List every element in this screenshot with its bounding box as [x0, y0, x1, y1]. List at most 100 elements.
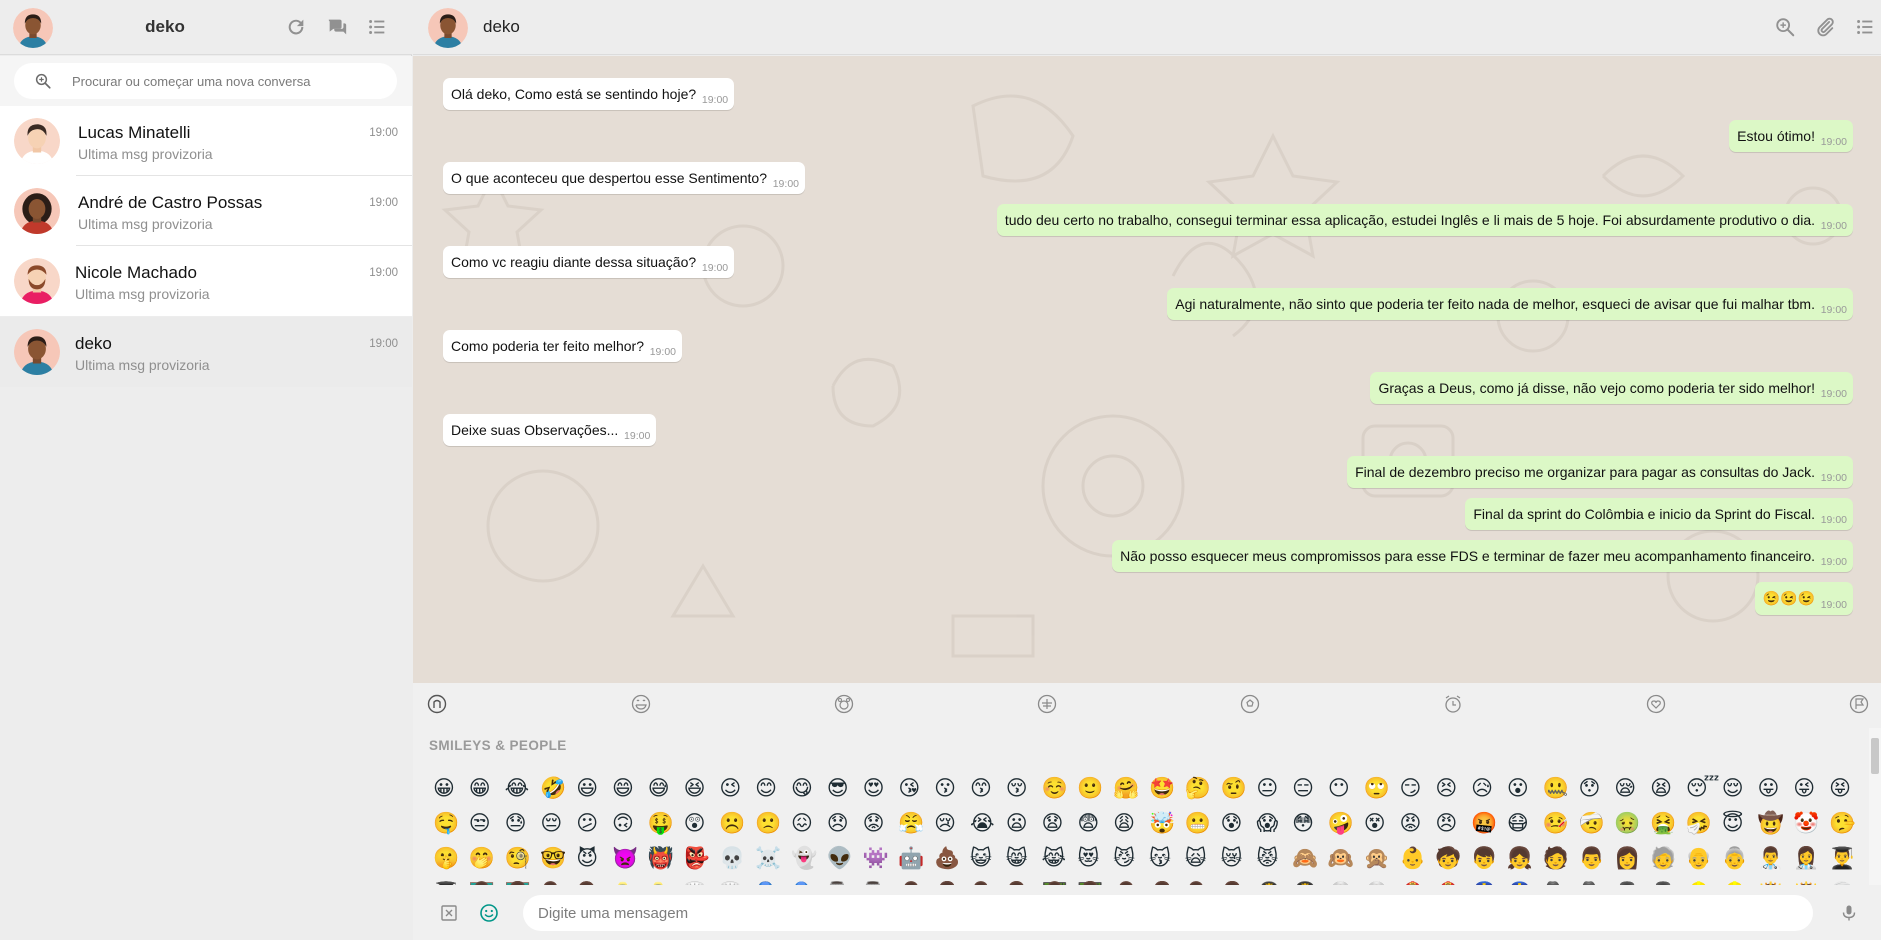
emoji-button[interactable]: 😴 [1686, 771, 1722, 806]
emoji-button[interactable]: 😤 [898, 806, 934, 841]
scrollbar-thumb[interactable] [1871, 738, 1879, 774]
emoji-button[interactable]: 😏 [1400, 771, 1436, 806]
message-area[interactable]: Olá deko, Como está se sentindo hoje? 19:… [413, 56, 1881, 683]
emoji-button[interactable]: 👨‍🚒 [1400, 876, 1436, 885]
message-input[interactable] [523, 895, 1813, 931]
emoji-button[interactable]: ☠️ [755, 841, 791, 876]
emoji-button[interactable]: 👮‍♀️ [1507, 876, 1543, 885]
emoji-button[interactable]: 😰 [1221, 806, 1257, 841]
emoji-button[interactable]: 👨‍⚕️ [1757, 841, 1793, 876]
emoji-button[interactable]: 👨‍💻 [1042, 876, 1078, 885]
emoji-button[interactable]: 💂‍♀️ [1650, 876, 1686, 885]
emoji-button[interactable]: 👷 [1686, 876, 1722, 885]
animal-icon[interactable] [834, 694, 854, 714]
emoji-button[interactable]: 😾 [1256, 841, 1292, 876]
emoji-button[interactable]: 😞 [827, 806, 863, 841]
emoji-button[interactable]: 👽 [827, 841, 863, 876]
emoji-button[interactable]: 😓 [505, 806, 541, 841]
emoji-button[interactable]: 😩 [1113, 806, 1149, 841]
menu-list-icon[interactable] [1854, 16, 1876, 38]
chat-bubbles-icon[interactable] [326, 16, 348, 38]
emoji-button[interactable]: 🤡 [1793, 806, 1829, 841]
emoji-button[interactable]: 💀 [719, 841, 755, 876]
emoji-button[interactable]: 👨‍🏭 [827, 876, 863, 885]
emoji-button[interactable]: 👦 [1471, 841, 1507, 876]
emoji-button[interactable]: 👨‍🎓 [1829, 841, 1863, 876]
emoji-button[interactable]: 🤧 [1686, 806, 1722, 841]
emoji-button[interactable]: 😽 [1149, 841, 1185, 876]
emoji-button[interactable]: 😹 [1042, 841, 1078, 876]
emoji-button[interactable]: 😖 [791, 806, 827, 841]
emoji-button[interactable]: 🤤 [433, 806, 469, 841]
emoji-button[interactable]: 😁 [469, 771, 505, 806]
emoji-button[interactable]: 😋 [791, 771, 827, 806]
emoji-button[interactable]: 🧐 [505, 841, 541, 876]
emoji-button[interactable]: 😛 [1757, 771, 1793, 806]
emoji-button[interactable]: 🤩 [1149, 771, 1185, 806]
emoji-button[interactable]: 😼 [1113, 841, 1149, 876]
emoji-icon[interactable] [479, 903, 499, 923]
emoji-button[interactable]: 😃 [576, 771, 612, 806]
emoji-button[interactable]: 👻 [791, 841, 827, 876]
emoji-button[interactable]: 🤴 [1757, 876, 1793, 885]
emoji-button[interactable]: 😙 [970, 771, 1006, 806]
emoji-button[interactable]: 👩‍🎤 [1149, 876, 1185, 885]
emoji-button[interactable]: 😎 [827, 771, 863, 806]
emoji-button[interactable]: 😺 [970, 841, 1006, 876]
emoji-button[interactable]: 😶 [1328, 771, 1364, 806]
emoji-button[interactable]: 🙃 [612, 806, 648, 841]
recent-icon[interactable] [427, 694, 447, 714]
emoji-button[interactable]: 👩‍🔧 [791, 876, 827, 885]
emoji-button[interactable]: 😈 [576, 841, 612, 876]
emoji-button[interactable]: 👶 [1400, 841, 1436, 876]
incoming-message[interactable]: O que aconteceu que despertou esse Senti… [443, 162, 805, 194]
emoji-button[interactable]: 😇 [1722, 806, 1758, 841]
emoji-button[interactable]: 🤗 [1113, 771, 1149, 806]
emoji-button[interactable]: 👧 [1507, 841, 1543, 876]
emoji-button[interactable]: 😿 [1221, 841, 1257, 876]
emoji-button[interactable]: 😕 [576, 806, 612, 841]
emoji-button[interactable]: 🙂 [1077, 771, 1113, 806]
emoji-button[interactable]: 😔 [540, 806, 576, 841]
user-avatar[interactable] [13, 8, 53, 48]
incoming-message[interactable]: Deixe suas Observações... 19:00 [443, 414, 657, 446]
travel-icon[interactable] [1443, 694, 1463, 714]
emoji-button[interactable]: 🕵️‍♀️ [1579, 876, 1615, 885]
emoji-button[interactable]: 🤮 [1650, 806, 1686, 841]
emoji-button[interactable]: 😲 [684, 806, 720, 841]
emoji-button[interactable]: 🤕 [1579, 806, 1615, 841]
emoji-button[interactable]: 👸 [1793, 876, 1829, 885]
emoji-button[interactable]: 😦 [1006, 806, 1042, 841]
emoji-button[interactable]: 🙄 [1364, 771, 1400, 806]
emoji-button[interactable]: 😘 [898, 771, 934, 806]
emoji-button[interactable]: 🙉 [1328, 841, 1364, 876]
emoji-button[interactable]: 👮 [1471, 876, 1507, 885]
emoji-button[interactable]: 💩 [934, 841, 970, 876]
emoji-button[interactable]: 😑 [1292, 771, 1328, 806]
emoji-button[interactable]: 😻 [1077, 841, 1113, 876]
attach-icon[interactable] [1814, 16, 1836, 38]
emoji-button[interactable]: 🤓 [540, 841, 576, 876]
microphone-icon[interactable] [1839, 903, 1859, 923]
emoji-button[interactable]: 👨‍🚀 [1328, 876, 1364, 885]
outgoing-message[interactable]: Graças a Deus, como já disse, não vejo c… [1370, 372, 1853, 404]
emoji-button[interactable]: 👿 [612, 841, 648, 876]
emoji-button[interactable]: 😪 [1614, 771, 1650, 806]
emoji-button[interactable]: 🕵️ [1543, 876, 1579, 885]
contact-avatar[interactable] [428, 8, 468, 48]
outgoing-message[interactable]: 😉😉😉 19:00 [1754, 582, 1853, 615]
emoji-button[interactable]: 😯 [1579, 771, 1615, 806]
emoji-button[interactable]: 🤒 [1543, 806, 1579, 841]
emoji-button[interactable]: 🧓 [1650, 841, 1686, 876]
emoji-button[interactable]: 🙁 [755, 806, 791, 841]
emoji-button[interactable]: 👨‍🏫 [469, 876, 505, 885]
emoji-button[interactable]: 🙊 [1364, 841, 1400, 876]
emoji-button[interactable]: 👨‍⚖️ [540, 876, 576, 885]
incoming-message[interactable]: Como poderia ter feito melhor? 19:00 [443, 330, 682, 362]
emoji-button[interactable]: 👩‍✈️ [1292, 876, 1328, 885]
emoji-button[interactable]: 👩‍🚒 [1435, 876, 1471, 885]
emoji-button[interactable]: 👨‍🍳 [684, 876, 720, 885]
emoji-button[interactable]: 😢 [934, 806, 970, 841]
emoji-button[interactable]: 😬 [1185, 806, 1221, 841]
emoji-button[interactable]: 👷‍♀️ [1722, 876, 1758, 885]
